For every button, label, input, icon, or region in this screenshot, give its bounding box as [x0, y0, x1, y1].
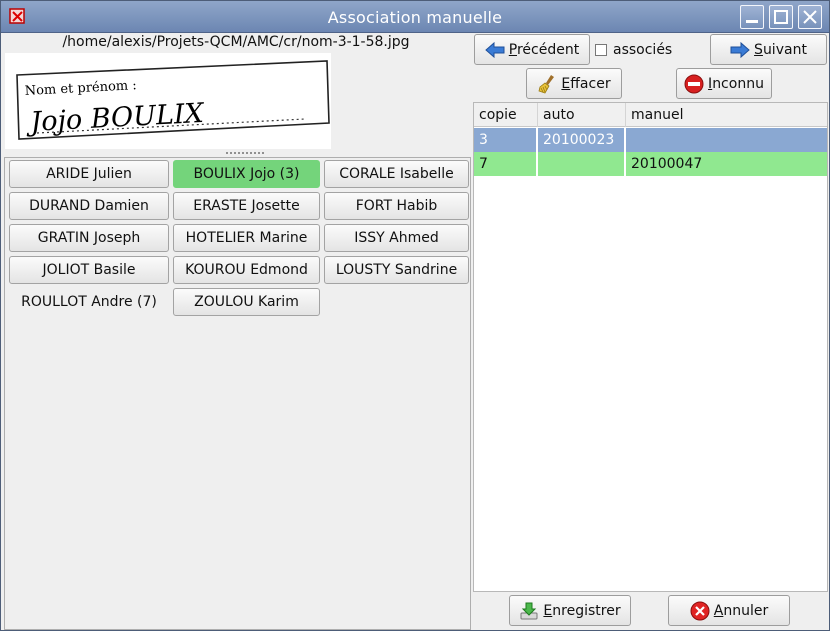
student-button[interactable]: ZOULOU Karim: [173, 288, 320, 316]
header-auto[interactable]: auto: [538, 103, 626, 127]
header-manuel[interactable]: manuel: [626, 103, 827, 127]
window-title: Association manuelle: [327, 8, 503, 27]
association-window: Association manuelle /home/alexis/Projet…: [0, 0, 830, 631]
student-list-panel: ARIDE Julien BOULIX Jojo (3) CORALE Isabel…: [4, 157, 471, 630]
cell-copie: 3: [474, 128, 538, 152]
table-row[interactable]: 7 20100047: [474, 152, 827, 176]
student-button[interactable]: ERASTE Josette: [173, 192, 320, 220]
student-button[interactable]: ISSY Ahmed: [324, 224, 469, 252]
cancel-button[interactable]: Annuler: [668, 595, 790, 626]
associated-checkbox[interactable]: associés: [595, 42, 672, 58]
arrow-right-icon: [730, 41, 750, 58]
minimize-button[interactable]: [740, 5, 764, 29]
previous-label: Précédent: [508, 41, 580, 58]
arrow-left-icon: [485, 41, 505, 58]
associated-checkbox-box[interactable]: [595, 44, 607, 56]
close-button[interactable]: [798, 5, 822, 29]
cell-auto: 20100023: [538, 128, 626, 152]
student-button[interactable]: HOTELIER Marine: [173, 224, 320, 252]
student-button[interactable]: ROULLOT Andre (7): [9, 288, 169, 316]
unknown-label: Inconnu: [708, 75, 764, 92]
cancel-icon: [690, 601, 710, 620]
unknown-button[interactable]: Inconnu: [676, 68, 772, 99]
student-button[interactable]: LOUSTY Sandrine: [324, 256, 469, 284]
clear-label: Effacer: [561, 75, 611, 92]
no-entry-icon: [684, 74, 704, 93]
maximize-button[interactable]: [769, 5, 793, 29]
student-button[interactable]: FORT Habib: [324, 192, 469, 220]
save-icon: [520, 602, 538, 619]
student-button[interactable]: BOULIX Jojo (3): [173, 160, 320, 188]
student-button[interactable]: DURAND Damien: [9, 192, 169, 220]
scanned-name-image: Nom et prénom : Jojo BOULIX: [5, 53, 331, 149]
student-button[interactable]: ARIDE Julien: [9, 160, 169, 188]
next-button[interactable]: Suivant: [710, 34, 827, 65]
associated-checkbox-label: associés: [613, 42, 673, 58]
previous-button[interactable]: Précédent: [474, 34, 590, 65]
save-label: Enregistrer: [543, 602, 621, 619]
close-icon: [803, 10, 817, 24]
next-label: Suivant: [754, 41, 807, 58]
header-copie[interactable]: copie: [474, 103, 538, 127]
association-table: copie auto manuel 3 20100023 7 20100047: [473, 102, 828, 592]
title-bar[interactable]: Association manuelle: [1, 1, 829, 33]
cell-copie: 7: [474, 152, 538, 176]
student-button[interactable]: CORALE Isabelle: [324, 160, 469, 188]
broom-icon: [538, 74, 555, 93]
clear-button[interactable]: Effacer: [526, 68, 622, 99]
table-row[interactable]: 3 20100023: [474, 128, 827, 152]
student-button[interactable]: JOLIOT Basile: [9, 256, 169, 284]
student-button[interactable]: GRATIN Joseph: [9, 224, 169, 252]
cell-manuel: [626, 128, 827, 152]
minimize-icon: [746, 20, 758, 23]
student-button[interactable]: KOUROU Edmond: [173, 256, 320, 284]
maximize-icon: [774, 10, 788, 24]
save-button[interactable]: Enregistrer: [509, 595, 631, 626]
cell-auto: [538, 152, 626, 176]
file-path: /home/alexis/Projets-QCM/AMC/cr/nom-3-1-…: [62, 34, 410, 50]
pane-splitter[interactable]: [225, 151, 265, 155]
cell-manuel: 20100047: [631, 156, 703, 172]
table-header: copie auto manuel: [474, 103, 827, 127]
cancel-label: Annuler: [713, 602, 769, 619]
